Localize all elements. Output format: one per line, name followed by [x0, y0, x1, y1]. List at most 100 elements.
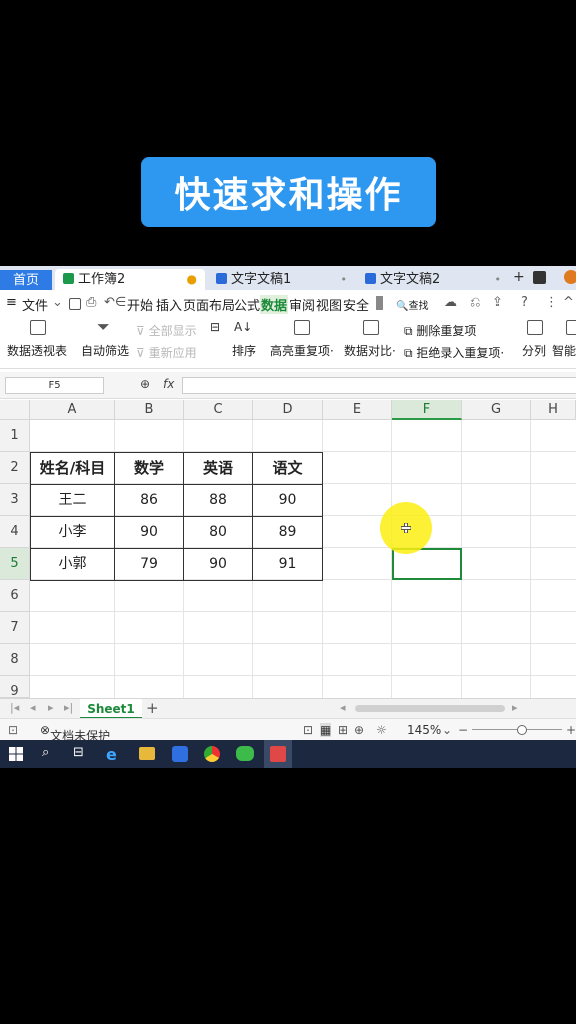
menu-item-home[interactable]: 开始 [127, 295, 153, 314]
macro-icon[interactable]: ⊡ [8, 723, 18, 737]
remove-duplicates-button[interactable]: ⧉ 删除重复项 [404, 322, 476, 339]
chrome-browser-icon[interactable] [204, 746, 220, 762]
column-header[interactable]: C [184, 400, 253, 420]
undo-icon[interactable]: ↶ [104, 295, 115, 310]
zoom-dropdown-icon[interactable]: ⌄ [442, 723, 452, 737]
column-header[interactable]: H [531, 400, 576, 420]
file-explorer-icon[interactable] [139, 747, 155, 760]
split-column-button[interactable]: 分列 [522, 342, 546, 359]
name-box[interactable]: F5 [5, 377, 104, 394]
more-menu-icon[interactable] [376, 296, 383, 310]
column-header[interactable]: A [30, 400, 115, 420]
worksheet-grid[interactable]: A B C D E F G H 1 2 3 4 5 6 7 8 9 姓名/科目 … [0, 400, 576, 699]
smart-toolbox-button[interactable]: 智能 [552, 342, 576, 359]
add-sheet-button[interactable]: + [146, 699, 159, 717]
column-header[interactable]: D [253, 400, 323, 420]
new-tab-icon[interactable]: + [513, 269, 525, 285]
close-icon[interactable]: • [341, 269, 348, 290]
data-compare-button[interactable]: 数据对比· [344, 342, 396, 359]
share-icon[interactable]: ⇪ [492, 295, 503, 310]
menu-item-review[interactable]: 审阅 [289, 295, 315, 314]
zoom-in-button[interactable]: + [566, 723, 576, 737]
menu-item-view[interactable]: 视图 [316, 295, 342, 314]
normal-view-icon[interactable]: ▦ [320, 723, 332, 737]
menu-item-page-layout[interactable]: 页面布局 [183, 295, 235, 314]
table-header-cell[interactable]: 姓名/科目 [30, 452, 115, 485]
scroll-right-icon[interactable]: ▸ [512, 701, 518, 714]
zoom-search-icon[interactable]: ⊕ [140, 377, 150, 391]
tab-doc1[interactable]: 文字文稿1 • [208, 269, 353, 290]
chevron-down-icon[interactable]: ⌄ [52, 295, 63, 310]
menu-item-formulas[interactable]: 公式 [234, 295, 260, 314]
next-sheet-icon[interactable]: ▸ [48, 701, 54, 714]
sort-button[interactable]: 排序 [232, 342, 256, 359]
table-cell[interactable]: 90 [114, 516, 184, 549]
table-header-cell[interactable]: 数学 [114, 452, 184, 485]
column-header[interactable]: E [323, 400, 392, 420]
table-cell[interactable]: 88 [183, 484, 253, 517]
table-cell[interactable]: 90 [183, 548, 253, 581]
show-all-button[interactable]: ⊽ 全部显示 [136, 322, 197, 339]
document-protection-status[interactable]: ⊗ 文档未保护 [40, 723, 110, 743]
table-cell[interactable]: 90 [252, 484, 323, 517]
row-header[interactable]: 2 [0, 452, 30, 484]
table-cell[interactable]: 80 [183, 516, 253, 549]
help-icon[interactable]: ? [521, 295, 528, 310]
pivot-table-button[interactable]: 数据透视表 [7, 342, 67, 359]
search-button[interactable]: 🔍查找 [396, 297, 428, 312]
row-header-selected[interactable]: 5 [0, 548, 30, 580]
read-mode-icon[interactable]: ☼ [376, 723, 387, 737]
page-break-view-icon[interactable]: ⊕ [354, 723, 364, 737]
search-icon[interactable]: ⌕ [42, 745, 60, 763]
table-cell[interactable]: 86 [114, 484, 184, 517]
menu-item-insert[interactable]: 插入 [156, 295, 182, 314]
collapse-icon[interactable]: ^ [563, 295, 574, 310]
tab-doc2[interactable]: 文字文稿2 • [357, 269, 507, 290]
zoom-slider-thumb[interactable] [517, 725, 527, 735]
table-cell[interactable]: 89 [252, 516, 323, 549]
sort-asc-icon[interactable]: ⊟ [210, 320, 220, 334]
windows-start-icon[interactable] [9, 747, 23, 761]
row-header[interactable]: 8 [0, 644, 30, 676]
tab-list-icon[interactable] [533, 271, 546, 284]
tab-home[interactable]: 首页 [0, 270, 52, 290]
close-icon[interactable]: • [495, 269, 502, 290]
formula-input[interactable] [182, 377, 576, 394]
row-header[interactable]: 3 [0, 484, 30, 516]
eye-protection-icon[interactable]: ⊡ [303, 723, 313, 737]
horizontal-scrollbar[interactable] [355, 705, 505, 712]
menu-file[interactable]: 文件 [22, 295, 48, 314]
zoom-out-button[interactable]: − [458, 723, 468, 737]
print-icon[interactable]: ⎙ [86, 295, 96, 310]
wps-spreadsheet-icon[interactable] [270, 746, 286, 762]
tab-workbook[interactable]: 工作簿2 ● [55, 269, 205, 290]
reject-duplicates-button[interactable]: ⧉ 拒绝录入重复项· [404, 344, 504, 361]
row-header[interactable]: 7 [0, 612, 30, 644]
export-icon[interactable]: ∈ [115, 295, 126, 310]
history-icon[interactable]: ⎌ [470, 295, 480, 310]
column-header-selected[interactable]: F [392, 400, 462, 420]
reapply-button[interactable]: ⊽ 重新应用 [136, 344, 197, 361]
table-cell[interactable]: 91 [252, 548, 323, 581]
column-header[interactable]: G [462, 400, 531, 420]
table-header-cell[interactable]: 英语 [183, 452, 253, 485]
more-icon[interactable]: ⋮ [545, 295, 558, 310]
table-cell[interactable]: 小郭 [30, 548, 115, 581]
table-cell[interactable]: 79 [114, 548, 184, 581]
avatar[interactable] [564, 270, 576, 284]
table-cell[interactable]: 王二 [30, 484, 115, 517]
wps-office-icon[interactable] [172, 746, 188, 762]
menu-item-data[interactable]: 数据 [260, 295, 289, 314]
page-layout-view-icon[interactable]: ⊞ [338, 723, 348, 737]
highlight-duplicates-button[interactable]: 高亮重复项· [270, 342, 334, 359]
prev-sheet-icon[interactable]: ◂ [30, 701, 36, 714]
fx-icon[interactable]: fx [163, 377, 174, 391]
edge-browser-icon[interactable]: e [106, 745, 124, 764]
table-header-cell[interactable]: 语文 [252, 452, 323, 485]
row-header[interactable]: 9 [0, 676, 30, 699]
row-header[interactable]: 6 [0, 580, 30, 612]
zoom-level[interactable]: 145% [407, 723, 441, 737]
row-header[interactable]: 1 [0, 420, 30, 452]
last-sheet-icon[interactable]: ▸| [64, 701, 73, 714]
select-all-corner[interactable] [0, 400, 30, 420]
